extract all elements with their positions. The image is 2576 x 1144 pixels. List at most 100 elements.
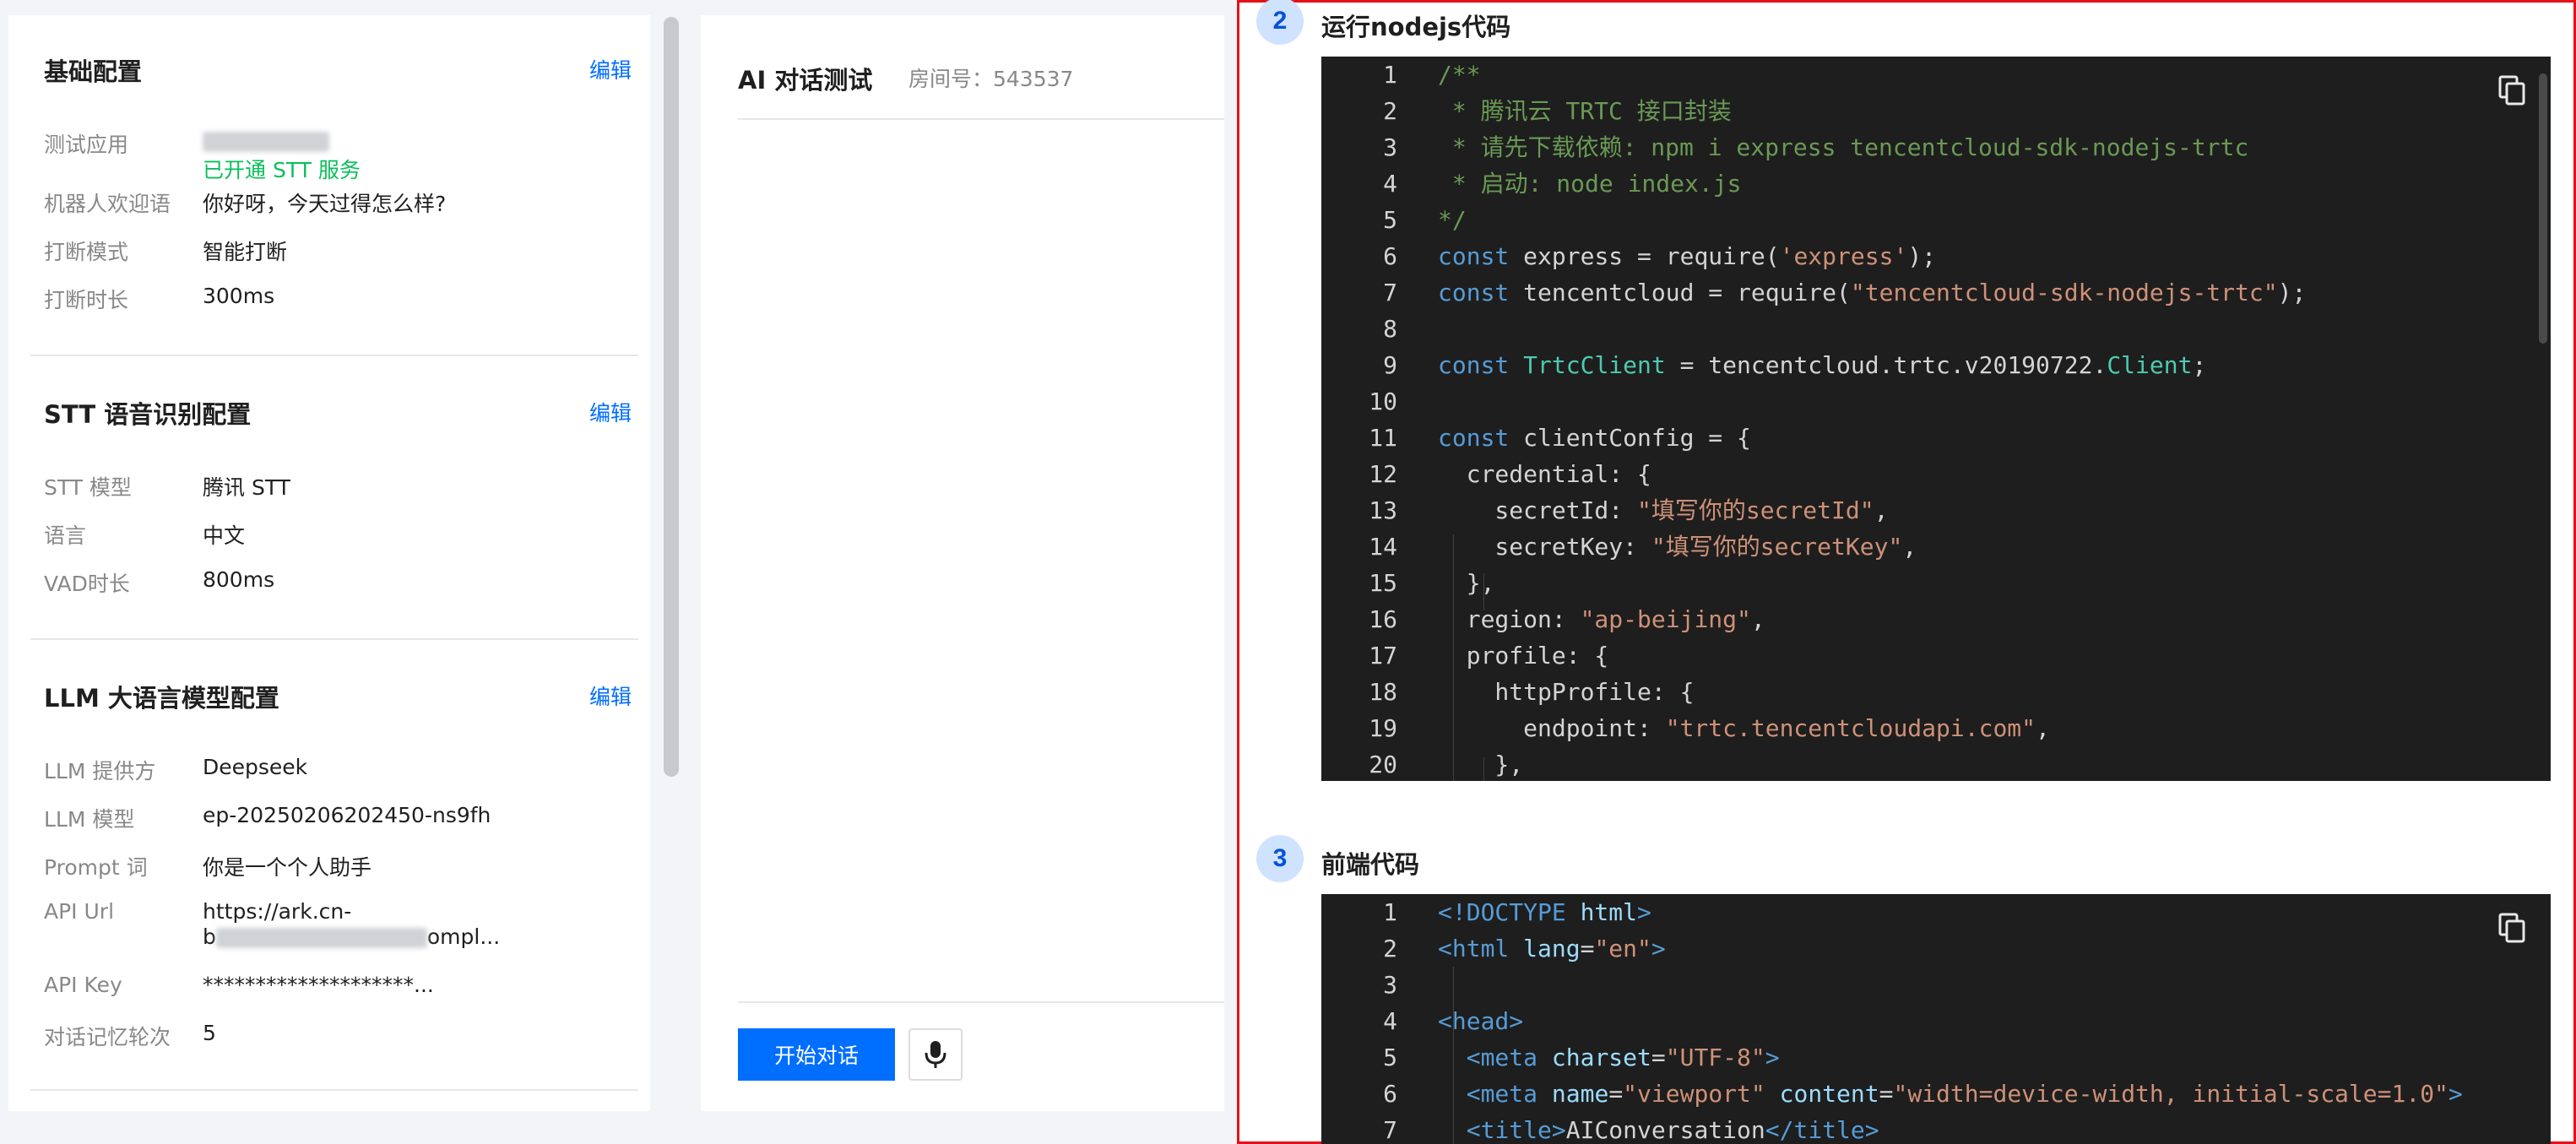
line-number: 20 <box>1369 751 1397 778</box>
code-text: endpoint: "trtc.tencentcloudapi.com", <box>1438 714 2050 742</box>
api-url-line2: b ompl... <box>203 924 500 949</box>
config-value: Deepseek <box>203 755 308 779</box>
config-value: ep-20250206202450-ns9fh <box>203 803 491 827</box>
config-scrollbar[interactable] <box>664 17 679 777</box>
chat-footer-divider <box>738 1001 1224 1003</box>
code-line: 13 secretId: "填写你的secretId", <box>1321 492 2551 529</box>
code-line: 3 <box>1321 967 2551 1003</box>
code-text: const clientConfig = { <box>1438 424 1751 452</box>
code-line: 6 const express = require('express'); <box>1321 238 2551 274</box>
code-text: const TrtcClient = tencentcloud.trtc.v20… <box>1438 351 2207 379</box>
frontend-code-block[interactable]: 1 <!DOCTYPE html> 2 <html lang="en"> 3 4 <head… <box>1321 894 2551 1144</box>
config-key: 打断模式 <box>44 240 129 264</box>
step-3-title: 前端代码 <box>1321 850 1420 879</box>
line-number: 10 <box>1369 388 1397 415</box>
config-panel: 基础配置 编辑 测试应用 已开通 STT 服务 机器人欢迎语 你好呀，今天过得怎… <box>8 15 650 1111</box>
code-line: 12 credential: { <box>1321 456 2551 492</box>
config-value: https://ark.cn- <box>203 899 352 924</box>
line-number: 5 <box>1383 1044 1397 1071</box>
chat-test-panel: AI 对话测试 房间号：543537 开始对话 <box>701 15 1224 1111</box>
code-text: const express = require('express'); <box>1438 242 1937 270</box>
code-text: <meta charset="UTF-8"> <box>1466 1044 1780 1071</box>
code-text: * 启动: node index.js <box>1438 170 1742 198</box>
code-line: 19 endpoint: "trtc.tencentcloudapi.com", <box>1321 710 2551 746</box>
code-text: profile: { <box>1438 642 1609 670</box>
llm-config-title: LLM 大语言模型配置 <box>44 684 279 713</box>
code-line: 10 <box>1321 383 2551 420</box>
llm-edit-link[interactable]: 编辑 <box>589 680 632 711</box>
stt-service-status: 已开通 STT 服务 <box>203 158 361 182</box>
line-number: 19 <box>1369 714 1397 742</box>
stt-edit-link[interactable]: 编辑 <box>589 397 632 427</box>
config-key: LLM 模型 <box>44 807 135 832</box>
step-3-badge: 3 <box>1256 835 1304 882</box>
config-key: API Key <box>44 973 122 997</box>
line-number: 15 <box>1369 569 1397 597</box>
basic-edit-link[interactable]: 编辑 <box>589 54 632 84</box>
line-number: 4 <box>1383 1007 1397 1035</box>
microphone-icon <box>925 1041 946 1068</box>
code-text: }, <box>1438 569 1495 597</box>
code-line: 4 <head> <box>1321 1003 2551 1039</box>
config-key: 测试应用 <box>44 133 129 157</box>
code-line: 18 httpProfile: { <box>1321 674 2551 710</box>
config-key: 机器人欢迎语 <box>44 192 171 216</box>
line-number: 13 <box>1369 496 1397 524</box>
code-line: 16 region: "ap-beijing", <box>1321 601 2551 637</box>
line-number: 3 <box>1383 133 1397 161</box>
code-text: }, <box>1438 751 1524 778</box>
code-text: httpProfile: { <box>1438 678 1695 706</box>
config-value: ********************... <box>203 973 434 997</box>
config-value: 智能打断 <box>203 240 288 264</box>
start-chat-button[interactable]: 开始对话 <box>738 1028 895 1081</box>
code-line: 3 * 请先下载依赖: npm i express tencentcloud-s… <box>1321 129 2551 165</box>
config-key: STT 模型 <box>44 475 132 500</box>
code-line: 11 const clientConfig = { <box>1321 420 2551 456</box>
nodejs-code-block[interactable]: 1 /** 2 * 腾讯云 TRTC 接口封装 3 * 请先下载依赖: npm i e… <box>1321 57 2551 781</box>
line-number: 2 <box>1383 97 1397 125</box>
code-text: <meta name="viewport" content="width=dev… <box>1466 1080 2463 1108</box>
code-line: 1 /** <box>1321 57 2551 93</box>
line-number: 7 <box>1383 279 1397 306</box>
chat-header-divider <box>738 118 1224 120</box>
line-number: 11 <box>1369 424 1397 452</box>
config-key: VAD时长 <box>44 572 130 596</box>
section-divider <box>30 355 638 356</box>
basic-config-title: 基础配置 <box>44 57 143 86</box>
code-line: 1 <!DOCTYPE html> <box>1321 894 2551 930</box>
code-line: 9 const TrtcClient = tencentcloud.trtc.v2… <box>1321 347 2551 383</box>
config-value: 你好呀，今天过得怎么样? <box>203 192 447 216</box>
config-value: 中文 <box>203 523 246 548</box>
api-url-prefix: b <box>203 924 216 949</box>
api-url-suffix: ompl... <box>426 924 501 949</box>
line-number: 8 <box>1383 315 1397 343</box>
line-number: 5 <box>1383 206 1397 234</box>
line-number: 17 <box>1369 642 1397 670</box>
line-number: 1 <box>1383 898 1397 926</box>
line-number: 2 <box>1383 935 1397 962</box>
code-text: secretKey: "填写你的secretKey", <box>1438 533 1917 561</box>
code-line: 5 */ <box>1321 202 2551 238</box>
line-number: 12 <box>1369 460 1397 488</box>
config-value: 300ms <box>203 284 275 308</box>
line-number: 1 <box>1383 61 1397 89</box>
line-number: 14 <box>1369 533 1397 561</box>
config-key: API Url <box>44 899 115 924</box>
mic-button[interactable] <box>908 1028 963 1081</box>
line-number: 6 <box>1383 1080 1397 1108</box>
config-key: 打断时长 <box>44 288 129 312</box>
code-line: 20 }, <box>1321 746 2551 781</box>
line-number: 6 <box>1383 242 1397 270</box>
code-text: credential: { <box>1438 460 1651 488</box>
code-text: <head> <box>1438 1007 1524 1035</box>
config-key: Prompt 词 <box>44 855 148 880</box>
line-number: 3 <box>1383 971 1397 999</box>
code-line: 14 secretKey: "填写你的secretKey", <box>1321 529 2551 565</box>
code-line: 5 <meta charset="UTF-8"> <box>1321 1039 2551 1076</box>
code-text: <html lang="en"> <box>1438 935 1666 962</box>
code-line: 4 * 启动: node index.js <box>1321 165 2551 202</box>
code-text: /** <box>1438 61 1481 89</box>
code-line: 2 * 腾讯云 TRTC 接口封装 <box>1321 93 2551 129</box>
line-number: 18 <box>1369 678 1397 706</box>
stt-config-title: STT 语音识别配置 <box>44 400 252 429</box>
